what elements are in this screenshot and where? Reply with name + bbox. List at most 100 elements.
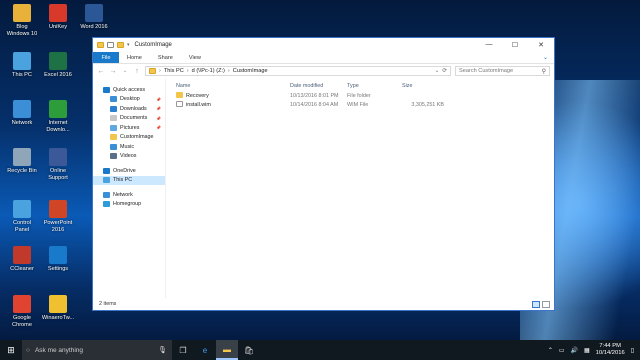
minimize-button[interactable]: — (476, 41, 502, 49)
file-date: 10/14/2016 8:04 AM (290, 101, 339, 108)
forward-button[interactable]: → (109, 68, 117, 75)
file-explorer-taskbar-button[interactable]: ▬ (216, 340, 238, 360)
folder-icon (149, 68, 156, 74)
desktop-shortcut-label: PowerPoint 2016 (43, 220, 73, 233)
details-view-button[interactable] (532, 300, 540, 308)
desktop-shortcut[interactable]: This PC (2, 52, 42, 79)
nav-item-customimage[interactable]: CustomImage (93, 133, 165, 143)
maximize-button[interactable]: ☐ (502, 41, 528, 49)
action-center-icon[interactable]: ▯ (631, 347, 634, 354)
pin-icon[interactable]: 📌 (156, 106, 161, 111)
this-pc-icon (13, 52, 31, 70)
search-input[interactable]: Search CustomImage (459, 68, 513, 74)
tab-home[interactable]: Home (119, 52, 150, 63)
desktop-shortcut[interactable]: Control Panel (2, 200, 42, 233)
large-icons-view-button[interactable] (542, 300, 550, 308)
address-bar[interactable]: › This PC › d (\\Pc-1) (Z:) › CustomImag… (145, 66, 451, 76)
quick-access-dropdown-icon[interactable]: ▾ (127, 42, 130, 48)
column-name[interactable]: Name (166, 83, 290, 89)
back-button[interactable]: ← (97, 68, 105, 75)
desktop-shortcut-label: Word 2016 (80, 24, 108, 30)
nav-item-this-pc[interactable]: This PC (93, 175, 165, 185)
nav-item-label: Desktop (120, 96, 140, 103)
search-box[interactable]: Search CustomImage ⚲ (455, 66, 550, 76)
ccleaner-icon (13, 246, 31, 264)
desktop-shortcut[interactable]: WinaeroTw... (38, 295, 78, 322)
keyboard-icon[interactable]: ▦ (584, 347, 590, 354)
volume-icon[interactable]: 🔊 (571, 347, 578, 354)
desktop-shortcut[interactable]: Excel 2016 (38, 52, 78, 79)
desktop-shortcut-label: Online Support (48, 168, 68, 181)
taskbar-search-input[interactable]: Ask me anything (35, 347, 83, 354)
desktop-shortcut[interactable]: PowerPoint 2016 (38, 200, 78, 233)
pin-icon[interactable]: 📌 (156, 116, 161, 121)
column-size[interactable]: Size (402, 83, 452, 89)
column-type[interactable]: Type (347, 83, 402, 89)
video-icon (110, 153, 117, 160)
show-hidden-icons-icon[interactable]: ⌃ (548, 347, 553, 354)
file-type: WIM File (347, 101, 369, 108)
task-view-button[interactable]: ❐ (172, 340, 194, 360)
microphone-icon[interactable]: 🎙 (158, 346, 172, 354)
refresh-button[interactable]: ⟳ (442, 68, 447, 74)
pics-icon (110, 124, 117, 131)
title-bar[interactable]: ▾ CustomImage — ☐ ✕ (93, 38, 554, 52)
nav-item-videos[interactable]: Videos (93, 152, 165, 162)
desktop-shortcut[interactable]: Google Chrome (2, 295, 42, 328)
store-button[interactable]: 🛍 (238, 340, 260, 360)
edge-button[interactable]: e (194, 340, 216, 360)
nav-item-label: Documents (120, 115, 148, 122)
network-icon[interactable]: ▭ (559, 347, 565, 354)
column-date-modified[interactable]: Date modified (290, 83, 347, 89)
start-button[interactable]: ⊞ (0, 340, 22, 360)
nav-item-quick-access[interactable]: Quick access (93, 85, 165, 95)
file-row[interactable]: Recovery 10/13/2016 8:01 PM File folder (166, 91, 554, 100)
pin-icon[interactable]: 📌 (156, 97, 161, 102)
desktop-icon (110, 96, 117, 103)
nav-item-music[interactable]: Music (93, 142, 165, 152)
edge-icon: e (202, 345, 208, 355)
nav-item-label: Homegroup (113, 201, 142, 208)
nav-item-pictures[interactable]: Pictures 📌 (93, 123, 165, 133)
clock[interactable]: 7:44 PM 10/14/2016 (596, 343, 625, 357)
up-button[interactable]: ↑ (133, 68, 141, 75)
nav-item-onedrive[interactable]: OneDrive (93, 166, 165, 176)
desktop-shortcut[interactable]: CCleaner (2, 246, 42, 273)
recent-locations-button[interactable]: ⌄ (121, 68, 129, 74)
desktop-shortcut[interactable]: UniKey (38, 4, 78, 31)
desktop-shortcut[interactable]: Settings (38, 246, 78, 273)
address-dropdown-icon[interactable]: ⌄ (435, 68, 440, 74)
tab-share[interactable]: Share (150, 52, 181, 63)
nav-item-network[interactable]: Network (93, 190, 165, 200)
desktop-shortcut[interactable]: Internet Downlo... (38, 100, 78, 133)
nav-item-documents[interactable]: Documents 📌 (93, 114, 165, 124)
desktop-shortcut[interactable]: Recycle Bin (2, 148, 42, 175)
file-row[interactable]: install.wim 10/14/2016 8:04 AM WIM File … (166, 100, 554, 109)
nav-item-label: Pictures (120, 124, 140, 131)
breadcrumb-separator: › (186, 68, 189, 74)
desktop-shortcut[interactable]: Blog Windows 10 (2, 4, 42, 37)
nav-item-desktop[interactable]: Desktop 📌 (93, 95, 165, 105)
nav-item-downloads[interactable]: Downloads 📌 (93, 104, 165, 114)
internet-download-manager-icon (49, 100, 67, 118)
windows-logo-icon: ⊞ (7, 344, 15, 355)
cortana-search-box[interactable]: ○ Ask me anything 🎙 (22, 340, 172, 360)
desktop-shortcut[interactable]: Online Support (38, 148, 78, 181)
close-button[interactable]: ✕ (528, 41, 554, 49)
nav-item-label: This PC (113, 177, 133, 184)
tab-file[interactable]: File (93, 52, 119, 63)
expand-ribbon-button[interactable]: ⌄ (543, 52, 554, 63)
file-date: 10/13/2016 8:01 PM (290, 92, 339, 99)
file-explorer-window[interactable]: ▾ CustomImage — ☐ ✕ File Home Share View… (92, 37, 555, 311)
breadcrumb-drive[interactable]: d (\\Pc-1) (Z:) (192, 68, 225, 74)
properties-icon[interactable] (107, 42, 114, 48)
nav-item-homegroup[interactable]: Homegroup (93, 200, 165, 210)
desktop-shortcut[interactable]: Word 2016 (74, 4, 114, 31)
tab-view[interactable]: View (181, 52, 209, 63)
desktop-shortcut[interactable]: Network (2, 100, 42, 127)
pin-icon[interactable]: 📌 (156, 125, 161, 130)
music-icon (110, 143, 117, 150)
new-folder-icon[interactable] (117, 42, 124, 48)
breadcrumb-customimage[interactable]: CustomImage (233, 68, 268, 74)
breadcrumb-this-pc[interactable]: This PC (164, 68, 184, 74)
